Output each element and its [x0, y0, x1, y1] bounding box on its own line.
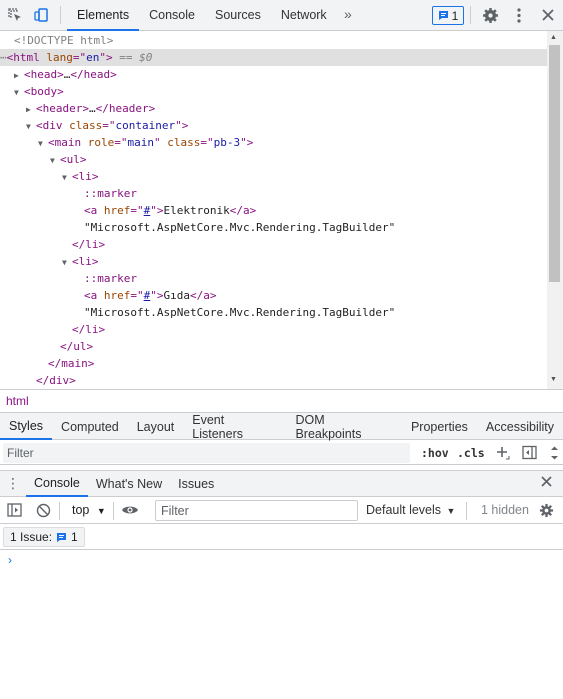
live-expression-eye-icon[interactable] [121, 504, 139, 516]
li-node[interactable]: ▼ <li> [62, 168, 547, 185]
breadcrumb: html [0, 389, 563, 413]
li-node[interactable]: ▼ <li> [62, 253, 547, 270]
settings-gear-icon[interactable] [482, 7, 499, 24]
console-issues-bar: 1 Issue: 1 [0, 524, 563, 550]
drawer-menu-icon[interactable]: ⋮ [0, 475, 26, 492]
breadcrumb-html[interactable]: html [6, 394, 29, 408]
expand-triangle-icon[interactable]: ▶ [26, 101, 36, 118]
text-node[interactable]: "Microsoft.AspNetCore.Mvc.Rendering.TagB… [84, 304, 547, 321]
dom-tree: <!DOCTYPE html> ⋯<html lang="en"> == $0 … [0, 31, 547, 389]
dropdown-arrow-icon: ▼ [446, 506, 456, 516]
header-node[interactable]: ▶ <header>…</header> [26, 100, 547, 117]
ul-node[interactable]: ▼ <ul> [50, 151, 547, 168]
drawer-tabbar: ⋮ Console What's New Issues [0, 470, 563, 497]
toolbar-divider [59, 502, 60, 520]
devtools-toolbar: Elements Console Sources Network » 1 [0, 0, 563, 31]
issues-link-button[interactable]: 1 Issue: 1 [3, 527, 85, 547]
main-node[interactable]: ▼ <main role="main" class="pb-3"> [38, 134, 547, 151]
styles-filter-row: Filter :hov .cls [0, 441, 563, 465]
issue-message-icon [57, 532, 67, 542]
expand-triangle-icon[interactable]: ▶ [14, 67, 24, 84]
collapse-triangle-icon[interactable]: ▼ [38, 135, 48, 152]
issues-counter-button[interactable]: 1 [432, 6, 464, 25]
tab-accessibility[interactable]: Accessibility [477, 413, 563, 440]
drawer-tab-whats-new[interactable]: What's New [88, 471, 170, 497]
close-drawer-icon[interactable] [540, 475, 553, 488]
tab-computed[interactable]: Computed [52, 413, 128, 440]
collapse-triangle-icon[interactable]: ▼ [62, 169, 72, 186]
device-toolbar-icon[interactable] [28, 0, 54, 31]
drawer-tab-issues[interactable]: Issues [170, 471, 222, 497]
marker-pseudo[interactable]: ::marker [84, 185, 547, 202]
styles-filter-input[interactable]: Filter [3, 443, 410, 463]
kebab-menu-icon[interactable] [513, 7, 525, 24]
tab-styles[interactable]: Styles [0, 413, 53, 440]
container-div-node[interactable]: ▼ <div class="container"> [26, 117, 547, 134]
styles-pane-tabs: Styles Computed Layout Event Listeners D… [0, 413, 563, 441]
close-devtools-icon[interactable] [541, 8, 555, 22]
inspect-element-icon[interactable] [2, 0, 28, 31]
context-selector[interactable]: top ▼ [72, 503, 106, 517]
scrollbar-thumb[interactable] [549, 45, 560, 282]
tab-layout[interactable]: Layout [128, 413, 184, 440]
head-node[interactable]: ▶ <head>…</head> [14, 66, 547, 83]
collapse-triangle-icon[interactable]: ▼ [50, 152, 60, 169]
tab-elements[interactable]: Elements [67, 0, 140, 31]
scroll-stepper-icon[interactable] [550, 445, 559, 461]
tab-console[interactable]: Console [139, 0, 205, 31]
body-node[interactable]: ▼ <body> [14, 83, 547, 100]
more-tabs-chevron-icon[interactable]: » [344, 6, 352, 22]
tab-properties[interactable]: Properties [402, 413, 477, 440]
tab-event-listeners[interactable]: Event Listeners [183, 413, 286, 441]
console-sidebar-icon[interactable] [7, 503, 22, 517]
drawer-tab-console[interactable]: Console [26, 471, 88, 497]
scroll-down-arrow-icon[interactable]: ▼ [550, 376, 557, 383]
text-node[interactable]: "Microsoft.AspNetCore.Mvc.Rendering.TagB… [84, 219, 547, 236]
div-close[interactable]: </div> [36, 372, 547, 389]
log-levels-dropdown[interactable]: Default levels ▼ [366, 503, 455, 517]
clear-console-icon[interactable] [36, 503, 51, 518]
tab-dom-breakpoints[interactable]: DOM Breakpoints [286, 413, 402, 441]
cls-toggle[interactable]: .cls [457, 446, 485, 460]
dropdown-arrow-icon: ▼ [96, 506, 106, 516]
tab-network[interactable]: Network [271, 0, 337, 31]
toolbar-divider-right [470, 6, 471, 24]
ul-close[interactable]: </ul> [60, 338, 547, 355]
collapse-triangle-icon[interactable]: ▼ [62, 254, 72, 271]
issues-count: 1 [71, 530, 78, 544]
li-close[interactable]: </li> [72, 321, 547, 338]
hidden-messages-count: 1 hidden [481, 503, 529, 517]
anchor-node[interactable]: <a href="#">Elektronik</a> [84, 202, 547, 219]
toggle-sidebar-icon[interactable] [522, 445, 537, 460]
toolbar-divider [466, 502, 467, 520]
main-close[interactable]: </main> [48, 355, 547, 372]
hov-toggle[interactable]: :hov [421, 446, 449, 460]
html-node[interactable]: ⋯<html lang="en"> == $0 [0, 49, 547, 66]
selected-node-marker: == $0 [119, 51, 153, 64]
issues-label: 1 Issue: [10, 530, 53, 544]
anchor-node[interactable]: <a href="#">Gıda</a> [84, 287, 547, 304]
console-toolbar: top ▼ Filter Default levels ▼ 1 hidden [0, 497, 563, 524]
toolbar-divider [113, 502, 114, 520]
doctype-node[interactable]: <!DOCTYPE html> [14, 32, 547, 49]
marker-pseudo[interactable]: ::marker [84, 270, 547, 287]
issues-count: 1 [451, 8, 459, 23]
toolbar-divider [60, 6, 61, 24]
tab-sources[interactable]: Sources [205, 0, 271, 31]
scroll-up-arrow-icon[interactable]: ▲ [550, 34, 557, 41]
console-filter-input[interactable]: Filter [155, 500, 358, 521]
node-ellipsis: ⋯ [0, 51, 7, 64]
collapse-triangle-icon[interactable]: ▼ [26, 118, 36, 135]
console-settings-gear-icon[interactable] [539, 503, 554, 518]
new-style-rule-icon[interactable] [496, 446, 510, 460]
console-prompt-icon[interactable]: › [8, 553, 12, 567]
collapse-triangle-icon[interactable]: ▼ [14, 84, 24, 101]
li-close[interactable]: </li> [72, 236, 547, 253]
issue-message-icon [438, 11, 448, 20]
